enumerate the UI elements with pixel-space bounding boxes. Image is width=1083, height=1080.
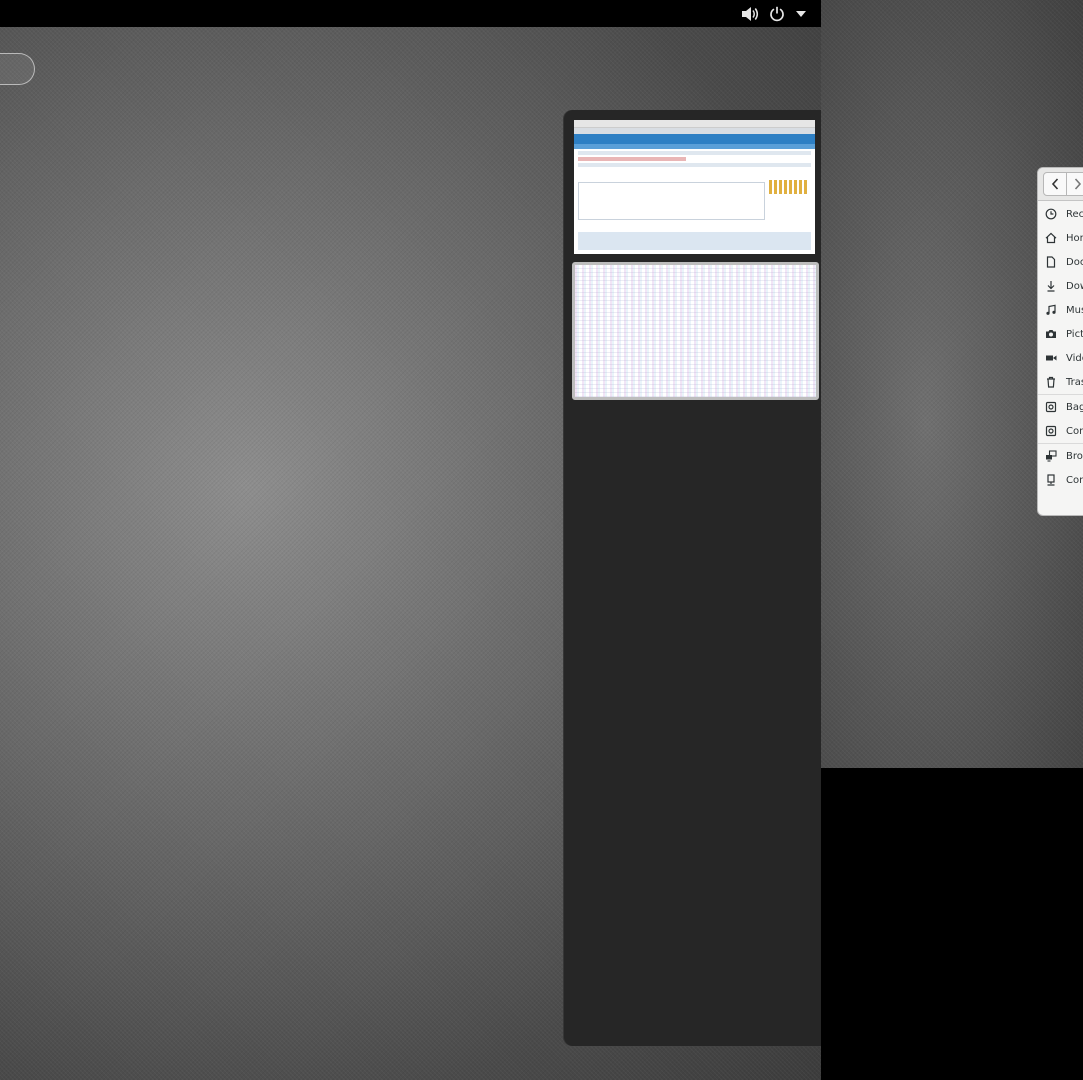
thumbnail-footer [578,232,811,250]
drive-icon [1045,401,1057,413]
top-bar [0,0,821,27]
sidebar-item-label: Brov [1066,450,1083,462]
sidebar-item-pictures[interactable]: Pict [1038,323,1083,345]
volume-high-icon[interactable] [741,6,759,22]
sidebar-item-label: Com [1066,425,1083,437]
sidebar-item-label: Tras [1066,376,1083,388]
files-header-bar [1038,168,1083,201]
sidebar-item-connect-to-server[interactable]: Con [1038,469,1083,491]
sidebar-item-music[interactable]: Mus [1038,299,1083,321]
forward-button[interactable] [1066,172,1083,196]
sidebar-item-drive-1[interactable]: Bag [1038,396,1083,418]
sidebar-item-videos[interactable]: Vide [1038,347,1083,369]
music-icon [1046,304,1056,315]
sidebar-separator [1038,394,1083,395]
camera-icon [1046,330,1056,338]
empty-screen-area [821,768,1083,1080]
drive-icon [1045,425,1057,437]
sidebar-item-documents[interactable]: Doc [1038,251,1083,273]
sidebar-item-label: Con [1066,474,1083,486]
network-icon [1046,450,1057,462]
chevron-left-icon [1051,178,1059,190]
connect-server-icon [1047,474,1055,486]
dropdown-arrow-icon[interactable] [795,10,807,18]
workspace-thumbnail-2[interactable] [572,262,819,400]
thumbnail-site-header [574,134,815,144]
sidebar-item-home[interactable]: Hon [1038,227,1083,249]
sidebar-item-label: Rece [1066,208,1083,220]
clock-icon [1045,208,1057,220]
thumbnail-row [578,151,811,155]
thumbnail-emoticons [769,180,809,194]
files-window: Rece Hon Doc Dow Mus Pict Vide Tras [1037,167,1083,516]
download-icon [1047,281,1055,292]
sidebar-item-downloads[interactable]: Dow [1038,275,1083,297]
sidebar-item-label: Doc [1066,256,1083,268]
back-button[interactable] [1043,172,1067,196]
thumbnail-text-area [578,182,765,220]
thumbnail-titlebar [574,120,815,128]
chevron-right-icon [1074,178,1082,190]
sidebar-item-trash[interactable]: Tras [1038,371,1083,393]
thumbnail-site-nav [574,144,815,149]
sidebar-separator [1038,443,1083,444]
workspace-thumbnail-1[interactable] [574,120,815,254]
sidebar-item-label: Hon [1066,232,1083,244]
thumbnail-row [578,157,687,161]
sidebar-item-label: Bag [1066,401,1083,413]
document-icon [1046,256,1056,268]
search-entry[interactable] [0,53,35,85]
video-icon [1046,355,1057,361]
power-icon[interactable] [769,6,785,22]
sidebar-item-drive-2[interactable]: Com [1038,420,1083,442]
trash-icon [1047,376,1055,388]
sidebar-item-label: Vide [1066,352,1083,364]
system-status-area[interactable] [741,0,807,27]
sidebar-item-label: Pict [1066,328,1083,340]
sidebar-item-browse-network[interactable]: Brov [1038,445,1083,467]
home-icon [1045,232,1057,244]
desktop-background-left [0,0,821,1080]
workspace-switcher [563,110,821,1046]
sidebar-item-label: Mus [1066,304,1083,316]
thumbnail-row [578,163,811,167]
sidebar-item-recent[interactable]: Rece [1038,203,1083,225]
sidebar-item-label: Dow [1066,280,1083,292]
